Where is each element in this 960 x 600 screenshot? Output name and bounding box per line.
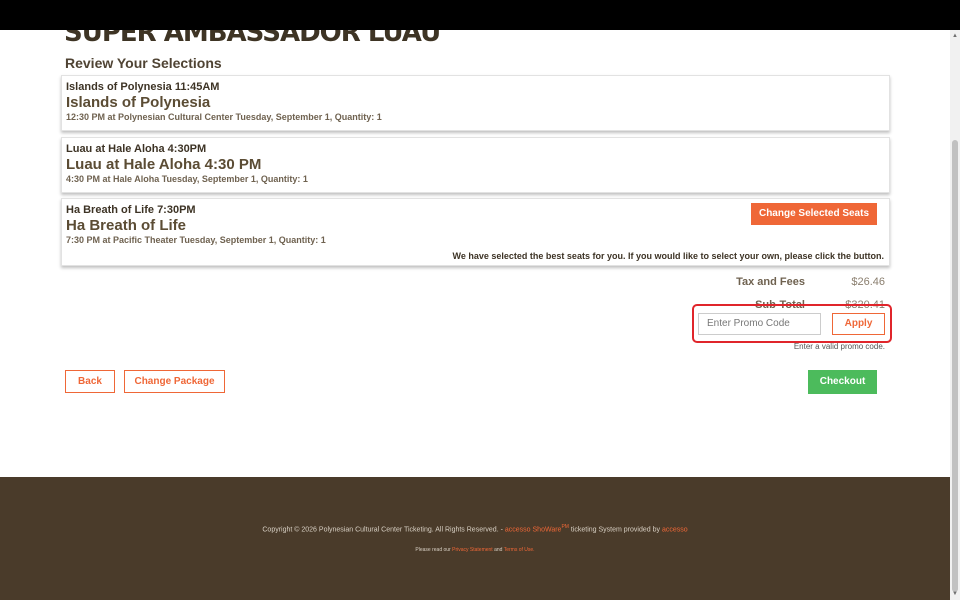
selection-details: 12:30 PM at Polynesian Cultural Center T…: [66, 112, 382, 122]
scroll-down-icon[interactable]: ▼: [951, 590, 959, 598]
review-heading: Review Your Selections: [65, 55, 222, 71]
selection-card-ha: Ha Breath of Life 7:30PM Ha Breath of Li…: [61, 198, 890, 266]
change-selected-seats-button[interactable]: Change Selected Seats: [751, 203, 877, 225]
page-scrollbar[interactable]: ▲ ▼: [950, 30, 960, 600]
scroll-up-icon[interactable]: ▲: [951, 32, 959, 40]
privacy-link[interactable]: Privacy Statement: [452, 547, 493, 553]
selection-details: 4:30 PM at Hale Aloha Tuesday, September…: [66, 174, 308, 184]
checkout-button[interactable]: Checkout: [808, 370, 877, 394]
selection-card-islands: Islands of Polynesia 11:45AM Islands of …: [61, 75, 890, 131]
tax-fees-label: Tax and Fees: [736, 276, 805, 288]
selection-time-label: Luau at Hale Aloha 4:30PM: [66, 143, 207, 155]
brand-suffix: PM: [561, 524, 569, 530]
copyright-text: Copyright © 2026 Polynesian Cultural Cen…: [262, 526, 503, 534]
promo-highlight-box: [692, 304, 892, 343]
footer-copyright: Copyright © 2026 Polynesian Cultural Cen…: [0, 524, 950, 533]
seat-selection-note: We have selected the best seats for you.…: [452, 251, 884, 261]
selection-time-label: Ha Breath of Life 7:30PM: [66, 204, 196, 216]
provider-link[interactable]: accesso: [662, 526, 688, 533]
change-package-button[interactable]: Change Package: [124, 370, 225, 393]
browser-top-bar: [0, 0, 960, 30]
tax-fees-value: $26.46: [851, 276, 885, 288]
and-text: and: [492, 547, 504, 553]
selection-title: Ha Breath of Life: [66, 217, 187, 234]
selection-time-label: Islands of Polynesia 11:45AM: [66, 81, 220, 93]
scroll-thumb[interactable]: [952, 140, 958, 592]
footer: Copyright © 2026 Polynesian Cultural Cen…: [0, 477, 950, 600]
selection-card-luau: Luau at Hale Aloha 4:30PM Luau at Hale A…: [61, 137, 890, 193]
promo-hint: Enter a valid promo code.: [793, 342, 885, 351]
read-prefix: Please read our: [415, 547, 453, 553]
selection-details: 7:30 PM at Pacific Theater Tuesday, Sept…: [66, 235, 326, 245]
selection-title: Islands of Polynesia: [66, 94, 211, 111]
back-button[interactable]: Back: [65, 370, 115, 393]
footer-legal: Please read our Privacy Statement and Te…: [0, 547, 950, 553]
terms-link[interactable]: Terms of Use.: [504, 547, 535, 553]
selection-title: Luau at Hale Aloha 4:30 PM: [66, 156, 262, 173]
system-text: ticketing System provided by: [570, 526, 662, 534]
showare-link[interactable]: accesso ShoWare: [505, 526, 562, 533]
